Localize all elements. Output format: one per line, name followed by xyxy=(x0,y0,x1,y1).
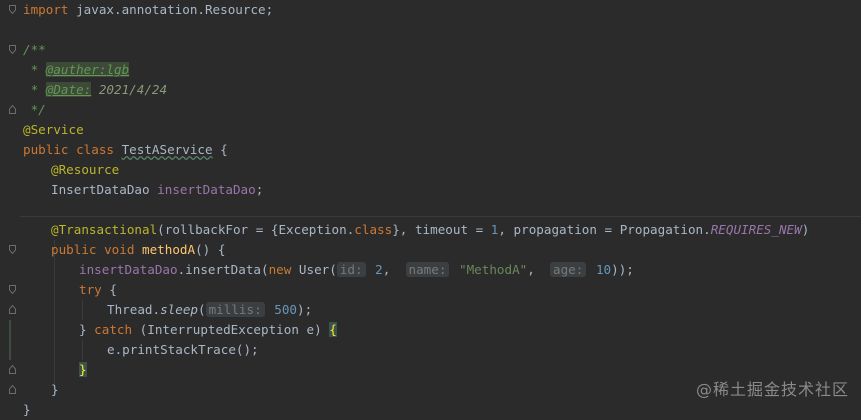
indent-guide xyxy=(82,340,83,360)
code-line-catch-close[interactable]: } xyxy=(79,360,87,380)
javadoc-tag-value: 2021/4/24 xyxy=(91,82,168,97)
number-literal: 500 xyxy=(266,302,298,317)
code-line-method-close[interactable]: } xyxy=(51,380,59,400)
javadoc-tag-value: lgb xyxy=(106,62,130,77)
matched-brace: } xyxy=(79,362,87,377)
code-line-method-declaration[interactable]: public void methodA() { xyxy=(51,240,225,260)
code-line-service-annotation[interactable]: @Service xyxy=(23,120,84,140)
keyword: class xyxy=(354,222,393,237)
code-line-javadoc-date[interactable]: * @Date: 2021/4/24 xyxy=(23,80,167,100)
code-line-class-declaration[interactable]: public class TestAService { xyxy=(23,140,228,160)
static-method-name: sleep xyxy=(160,302,198,317)
code-line-catch[interactable]: } catch (InterruptedException e) { xyxy=(79,320,337,340)
matched-brace: { xyxy=(329,322,337,337)
punctuation: )); xyxy=(611,262,634,277)
number-literal: 10 xyxy=(588,262,612,277)
punctuation: , xyxy=(527,262,551,277)
constructor-call: User( xyxy=(298,262,337,277)
punctuation: } xyxy=(79,322,95,337)
parameter-hint: id: xyxy=(336,262,366,277)
punctuation: } xyxy=(23,402,31,417)
punctuation: { xyxy=(212,142,228,157)
punctuation: ) xyxy=(801,222,810,237)
keyword: try xyxy=(79,282,102,297)
enum-constant: REQUIRES_NEW xyxy=(710,222,802,237)
parameter-hint: millis: xyxy=(205,302,265,317)
code-line-javadoc-end[interactable]: */ xyxy=(23,100,46,120)
code-line-insert-call[interactable]: insertDataDao.insertData(new User(id: 2,… xyxy=(79,260,634,280)
comment: * xyxy=(23,82,46,97)
method-call: e.printStackTrace(); xyxy=(107,342,259,357)
punctuation: () { xyxy=(195,242,226,257)
keyword: import xyxy=(23,2,69,17)
parameter-hint: name: xyxy=(405,262,450,277)
annotation: @Service xyxy=(23,122,84,137)
code-line-try[interactable]: try { xyxy=(79,280,117,300)
javadoc-tag: @Date: xyxy=(45,82,92,97)
indent-guide xyxy=(54,240,55,390)
keyword: public class xyxy=(23,142,122,157)
type-name: InsertDataDao xyxy=(51,182,158,197)
annotation-args: }, timeout = xyxy=(392,222,491,237)
annotation: @Transactional xyxy=(51,222,158,237)
watermark: @稀土掘金技术社区 xyxy=(695,380,849,399)
code-line-class-close[interactable]: } xyxy=(23,400,31,420)
parameter-hint: age: xyxy=(550,262,587,277)
keyword: new xyxy=(268,262,299,277)
field-name: insertDataDao xyxy=(79,262,178,277)
keyword: catch xyxy=(94,322,133,337)
punctuation: ); xyxy=(297,302,313,317)
code-line-import[interactable]: import javax.annotation.Resource; xyxy=(23,0,273,20)
code-line-print-stack-trace[interactable]: e.printStackTrace(); xyxy=(107,340,259,360)
code-line-javadoc-author[interactable]: * @auther:lgb xyxy=(23,60,130,80)
punctuation: ( xyxy=(198,302,206,317)
code-line-javadoc-start[interactable]: /** xyxy=(23,40,46,60)
javadoc-tag: @auther: xyxy=(45,62,107,77)
string-literal: "MethodA" xyxy=(451,262,528,277)
field-name: insertDataDao xyxy=(157,182,256,197)
punctuation: , xyxy=(382,262,406,277)
indent-guide xyxy=(82,300,83,320)
annotation: @Resource xyxy=(51,162,120,177)
punctuation: ; xyxy=(255,182,264,197)
punctuation: { xyxy=(101,282,117,297)
code-line-field-declaration[interactable]: InsertDataDao insertDataDao; xyxy=(51,180,263,200)
annotation-args: (rollbackFor = {Exception. xyxy=(157,222,355,237)
comment: */ xyxy=(23,102,46,117)
comment: * xyxy=(23,62,46,77)
code-line-sleep-call[interactable]: Thread.sleep(millis: 500); xyxy=(107,300,312,320)
comment: /** xyxy=(23,42,46,57)
class-reference: Thread. xyxy=(107,302,161,317)
punctuation: } xyxy=(51,382,59,397)
annotation-args: , propagation = Propagation. xyxy=(498,222,711,237)
code-line-transactional-annotation[interactable]: @Transactional(rollbackFor = {Exception.… xyxy=(51,220,809,240)
code-line-resource-annotation[interactable]: @Resource xyxy=(51,160,119,180)
number-literal: 2 xyxy=(367,262,383,277)
import-path: javax.annotation.Resource; xyxy=(68,2,274,17)
method-separator xyxy=(20,216,861,217)
method-name: methodA xyxy=(142,242,196,257)
catch-parameter: (InterruptedException e) xyxy=(132,322,330,337)
method-call: .insertData( xyxy=(177,262,269,277)
class-name: TestAService xyxy=(121,142,213,157)
keyword: public void xyxy=(51,242,142,257)
code-editor[interactable]: import javax.annotation.Resource; /** * … xyxy=(0,0,861,417)
